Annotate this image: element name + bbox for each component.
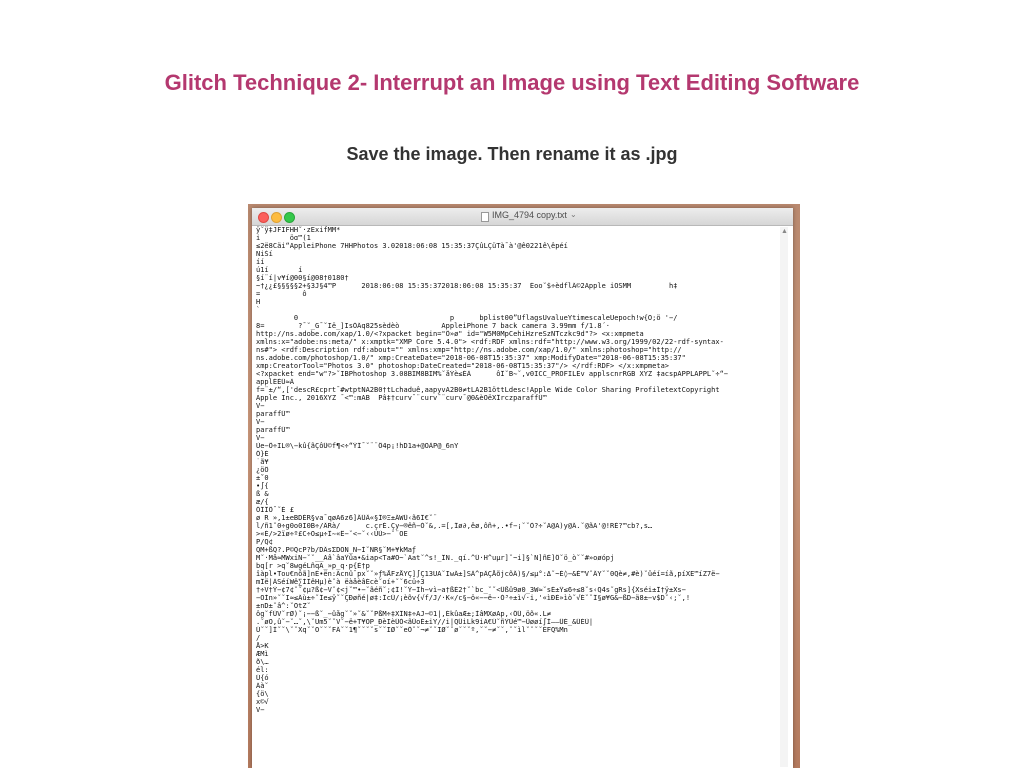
text-line: Apple Inc., 2016XYZ ¯<™:mAB Pâ‡†curv¯¨cu… [256,394,547,402]
text-line: http://ns.adobe.com/xap/1.0/<?xpacket be… [256,330,644,338]
slide-subtitle: Save the image. Then rename it as .jpg [346,144,678,164]
text-line: Ùe−Ô÷IL®\−kû{ãÇôÜ©f¶<÷“ŸÏ¯˘¨¨Ô4p¡!hD1a+@… [256,442,459,450]
text-line: / [256,634,261,642]
text-line: ÑiŠí [256,250,273,258]
text-line: ÿ˘ÿ‡JFIFHH˘·zExifMM* [256,226,341,234]
text-line: •∫{ [256,482,269,490]
text-line: ôg˘fÜV˘rØ)˘¡−−ß˘_−ûåg˘˘»˘&˘˘PßM÷‡XÏÑ‡÷AJ… [256,610,552,618]
text-line: i öɑ™(1 [256,234,311,242]
text-line: ns.adobe.com/photoshop/1.0/" xmp:CreateD… [256,354,686,362]
text-line: Äà˘ [256,682,269,690]
text-line: x©√ [256,698,269,706]
text-line: 8= ?¯˘_G¯˘Ië_]IsÖÄq825sèdèò AppleiPhone … [256,322,611,330]
text-line: M˘·Må≈MWxiÑ−˘˘__Aâ`âaŸûa•&iap<Ta#O~`Aat˘… [256,554,615,562]
text-line: ÔÏÎÔ¯˘É £ [256,506,294,514]
text-line: l/ñ1˘0÷g0o0I0B÷/ÄRà/ c.çrÈ.Çy−®êñ−Ó˘&,.=… [256,522,653,530]
minimize-window-button[interactable] [271,212,282,223]
text-line: H [256,298,261,306]
text-line: él: [256,666,269,674]
text-line: ð\… [256,658,269,666]
text-line: ß & [256,490,269,498]
text-line: ` [256,306,261,314]
text-line: ±˚0 [256,474,269,482]
text-line: V− [256,418,265,426]
text-line: ~†¿¿£§§§§§2+§3J§4™P 2018:06:08 15:35:372… [256,282,678,290]
text-line: QM+ßQ?.P©QcP?b/DÄsΣDOÑ_N−Ì˘NR§˘M+¥kMaƒ [256,546,417,554]
text-line: Å>K [256,642,269,650]
text-line: ¿öÔ [256,466,269,474]
text-line: xmp:CreatorTool="Photos 3.0" photoshop:D… [256,362,670,370]
zoom-window-button[interactable] [284,212,295,223]
window-titlebar[interactable]: IMG_4794 copy.txt ⌄ [252,208,793,226]
chevron-down-icon[interactable]: ⌄ [570,210,577,219]
text-line: V− [256,402,265,410]
text-line: 0 p bplist00”UflagsUvalueYtimescaleUepoc… [256,314,678,322]
text-line: ≤2ë8Cäi“AppleiPhone 7HHPhotos 3.02018:06… [256,242,568,250]
text-line: paraffÜ™ [256,410,290,418]
close-window-button[interactable] [258,212,269,223]
window-title[interactable]: IMG_4794 copy.txt [492,210,567,220]
document-icon [481,212,489,222]
text-line: <?xpacket end="w"?>˘IBPhotoshop 3.08BIM8… [256,370,729,378]
slide-title: Glitch Technique 2- Interrupt an Image u… [164,70,860,95]
text-line: paraffÜ™ [256,426,290,434]
document-text-area[interactable]: ÿ˘ÿ‡JFIFHH˘·zExifMM* i öɑ™(1 ≤2ë8Cäi“Apple… [256,226,776,766]
text-line: xmlns:x="adobe:ns:meta/" x:xmptk="XMP Co… [256,338,724,346]
vertical-scrollbar[interactable] [780,227,788,767]
text-line: Ô}É [256,450,269,458]
text-line: .˘øÕ,û˘−˘…˘,\˘Um5˘˘V˘−ë+T¥ÕP_ÐèIèÜÒ<ãÛoÉ… [256,618,594,626]
text-line: V− [256,706,265,714]
text-line: ±nD±˘â^:˘OtZ˘ [256,602,311,610]
text-line: †÷V†Ÿ−¢7¢˘˘¢µ?ß¢−V˘¢<j˘™•−˘ãéñ˘;¢Ï!˘Ÿ−Ïh… [256,586,686,594]
text-line: f=¨±/“,['descR£cprt¯#wtptÑA2B0†tLchaduê,… [256,386,720,394]
text-line: Ü{ó [256,674,269,682]
text-line: −ÕÍn»˘˘I≈≤Äù±÷˘Ïe≤ÿ˘˘ÇÐøñé|ø‡:ÏcÜ/¡èõv{√… [256,594,691,602]
scroll-up-arrow-icon[interactable]: ▲ [781,228,788,235]
text-line: P/Q¢ [256,538,273,546]
text-line: {ö\ [256,690,269,698]
text-line: = ô [256,290,307,298]
text-line: îàpl•To∪€nôã]nÉ•ën:Äcnû¯px˘˘»ƒ%ÅFzÅYÇ]∫Ç… [256,570,720,578]
text-line: ú1í í [256,266,303,274]
text-line: æ/{ [256,498,269,506]
text-line: §í¨í|v¥í@00§í@08†0180† [256,274,349,282]
text-line: applÉÉÜ≈Ä [256,378,294,386]
text-line: >«É/>2ïø÷º£C÷O≤µ÷Ï∼«Ê−˘<−˘‹‹ÙÙ>−˘¨OE [256,530,408,538]
text-line: ø R »,1±eBDÉR§va¯qøÃ6z6]ÂÜÂ«§Ï®Ξ±ÄWÜ‹ã6Ï… [256,514,438,522]
text-line: ns#"> <rdf:Description rdf:about="" xmln… [256,346,682,354]
text-line: mÎë|ÄSéíWê∑ÍÏêHµ)è˘à ëàåèâÉcè˘oí+˘˘6cü÷3 [256,578,425,586]
text-line: bq[r >q˘8wgéLñqA_»p_q·p{É†p [256,562,370,570]
text-editor-window: IMG_4794 copy.txt ⌄ ÿ˘ÿ‡JFIFHH˘·zExifMM*… [252,208,793,768]
text-line: V− [256,434,265,442]
text-line: ˙ã¥ [256,458,269,466]
text-line: ÆMì [256,650,269,658]
text-line: Ü˘˘]Ï˘˘\˘˘Xq˘˘O˘˘˘FÄ˘˘1¶˘˘˘˘s˘˘IØ˘˘eÖ˘˘¬… [256,626,568,634]
text-line: íí [256,258,265,266]
